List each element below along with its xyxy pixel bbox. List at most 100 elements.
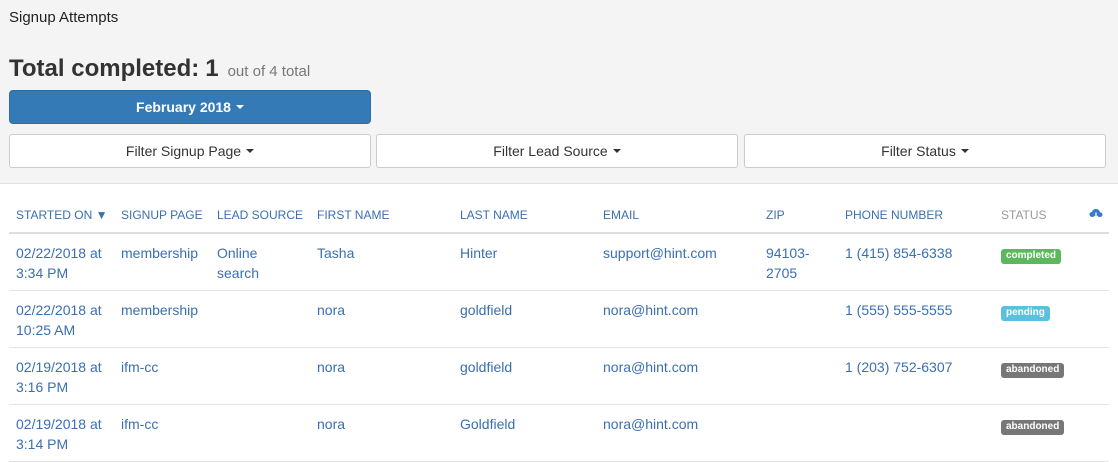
cell-email[interactable]: support@hint.com: [596, 233, 759, 291]
column-header-signup-page[interactable]: SIGNUP PAGE: [114, 197, 210, 234]
cell-zip[interactable]: [759, 404, 838, 462]
cell-first-name[interactable]: nora: [310, 290, 453, 348]
cell-lead-source[interactable]: [210, 404, 310, 462]
cloud-download-icon-svg: [1089, 208, 1103, 219]
cell-spacer: [1077, 233, 1109, 291]
table-row[interactable]: 02/19/2018 at 3:14 PM ifm-cc nora Goldfield n…: [9, 404, 1109, 462]
total-completed-count: 1: [205, 55, 219, 82]
first-name-value: nora: [317, 358, 346, 375]
signup-page-value: membership: [121, 245, 199, 261]
last-name-value: Goldfield: [460, 415, 516, 432]
filter-status-label: Filter Status: [881, 143, 956, 159]
column-header-phone-number[interactable]: PHONE NUMBER: [838, 197, 994, 234]
column-header-first-name[interactable]: FIRST NAME: [310, 197, 453, 234]
signup-page-value: membership: [121, 301, 199, 318]
last-name-value: goldfield: [460, 358, 513, 375]
cell-zip[interactable]: 94103- 2705: [759, 233, 838, 291]
filter-status-button[interactable]: Filter Status: [744, 134, 1106, 168]
email-value: nora@hint.com: [603, 301, 699, 318]
filter-lead-source-label: Filter Lead Source: [493, 143, 608, 159]
cell-spacer: [1077, 404, 1109, 462]
total-completed-heading: Total completed: 1: [9, 55, 219, 83]
email-value: nora@hint.com: [603, 415, 699, 432]
cell-status: pending: [994, 290, 1077, 348]
table-header-row: STARTED ON ▼ SIGNUP PAGE LEAD SOURCE FIR…: [9, 197, 1109, 234]
total-sub-label: out of 4 total: [227, 63, 311, 80]
filter-signup-page-label: Filter Signup Page: [125, 143, 242, 159]
signup-page-value: ifm-cc: [121, 358, 159, 375]
page-title: Signup Attempts: [9, 9, 119, 26]
started-on-date: 02/19/2018 at: [16, 358, 102, 375]
status-badge: abandoned: [1001, 419, 1065, 435]
table-row[interactable]: 02/22/2018 at 3:34 PM membership Online sear…: [9, 233, 1109, 291]
signup-page-value: ifm-cc: [121, 415, 159, 432]
cell-last-name[interactable]: goldfield: [453, 347, 596, 405]
signup-attempts-table: STARTED ON ▼ SIGNUP PAGE LEAD SOURCE FIR…: [9, 197, 1109, 462]
first-name-value: Tasha: [317, 245, 355, 261]
total-completed-label: Total completed:: [9, 55, 200, 82]
cell-started-on[interactable]: 02/22/2018 at 3:34 PM: [9, 233, 114, 291]
cell-spacer: [1077, 290, 1109, 348]
table-row[interactable]: 02/22/2018 at 10:25 AM membership nora goldf…: [9, 290, 1109, 348]
month-selector-button[interactable]: February 2018: [9, 90, 371, 124]
started-on-date: 02/22/2018 at: [16, 301, 102, 318]
cell-phone-number[interactable]: 1 (555) 555-5555: [838, 290, 994, 348]
cell-lead-source[interactable]: [210, 290, 310, 348]
email-value: support@hint.com: [603, 245, 717, 261]
cell-last-name[interactable]: goldfield: [453, 290, 596, 348]
lead-source-line-1: Online: [217, 245, 258, 261]
zip-line-1: 94103-: [766, 245, 810, 261]
started-on-date: 02/19/2018 at: [16, 415, 102, 432]
cell-zip[interactable]: [759, 347, 838, 405]
filter-lead-source-button[interactable]: Filter Lead Source: [376, 134, 738, 168]
cell-lead-source[interactable]: [210, 347, 310, 405]
lead-source-line-2: search: [217, 265, 260, 281]
cell-first-name[interactable]: Tasha: [310, 233, 453, 291]
started-on-time: 3:14 PM: [16, 435, 69, 452]
cell-started-on[interactable]: 02/19/2018 at 3:16 PM: [9, 347, 114, 405]
cell-email[interactable]: nora@hint.com: [596, 404, 759, 462]
cell-zip[interactable]: [759, 290, 838, 348]
cell-signup-page[interactable]: membership: [114, 290, 210, 348]
column-header-email[interactable]: EMAIL: [596, 197, 759, 234]
cell-signup-page[interactable]: membership: [114, 233, 210, 291]
cell-first-name[interactable]: nora: [310, 404, 453, 462]
status-badge: abandoned: [1001, 362, 1065, 378]
status-badge: pending: [1001, 305, 1050, 321]
phone-value: 1 (555) 555-5555: [845, 301, 953, 318]
column-header-lead-source[interactable]: LEAD SOURCE: [210, 197, 310, 234]
cell-email[interactable]: nora@hint.com: [596, 290, 759, 348]
cell-signup-page[interactable]: ifm-cc: [114, 404, 210, 462]
cell-last-name[interactable]: Hinter: [453, 233, 596, 291]
phone-value: 1 (415) 854-6338: [845, 245, 953, 261]
cell-lead-source[interactable]: Online search: [210, 233, 310, 291]
cell-spacer: [1077, 347, 1109, 405]
cell-email[interactable]: nora@hint.com: [596, 347, 759, 405]
cell-phone-number[interactable]: [838, 404, 994, 462]
column-header-last-name[interactable]: LAST NAME: [453, 197, 596, 234]
cell-signup-page[interactable]: ifm-cc: [114, 347, 210, 405]
caret-down-icon: [612, 149, 621, 153]
header-panel: Signup Attempts Total completed: 1 out of…: [0, 0, 1118, 184]
status-badge: completed: [1001, 249, 1062, 264]
cloud-download-icon[interactable]: [1077, 197, 1109, 234]
cell-phone-number[interactable]: 1 (415) 854-6338: [838, 233, 994, 291]
last-name-value: goldfield: [460, 301, 513, 318]
cell-last-name[interactable]: Goldfield: [453, 404, 596, 462]
first-name-value: nora: [317, 415, 346, 432]
cell-phone-number[interactable]: 1 (203) 752-6307: [838, 347, 994, 405]
total-summary: Total completed: 1 out of 4 total: [9, 55, 310, 83]
cell-status: abandoned: [994, 404, 1077, 462]
started-on-time: 3:34 PM: [16, 265, 69, 281]
started-on-time: 3:16 PM: [16, 378, 69, 395]
cell-started-on[interactable]: 02/22/2018 at 10:25 AM: [9, 290, 114, 348]
column-header-zip[interactable]: ZIP: [759, 197, 838, 234]
zip-line-2: 2705: [766, 265, 798, 281]
cell-first-name[interactable]: nora: [310, 347, 453, 405]
column-header-status: STATUS: [994, 197, 1077, 234]
cell-status: abandoned: [994, 347, 1077, 405]
column-header-started-on[interactable]: STARTED ON ▼: [9, 197, 114, 234]
filter-signup-page-button[interactable]: Filter Signup Page: [9, 134, 371, 168]
cell-started-on[interactable]: 02/19/2018 at 3:14 PM: [9, 404, 114, 462]
table-row[interactable]: 02/19/2018 at 3:16 PM ifm-cc nora goldfield n…: [9, 347, 1109, 405]
